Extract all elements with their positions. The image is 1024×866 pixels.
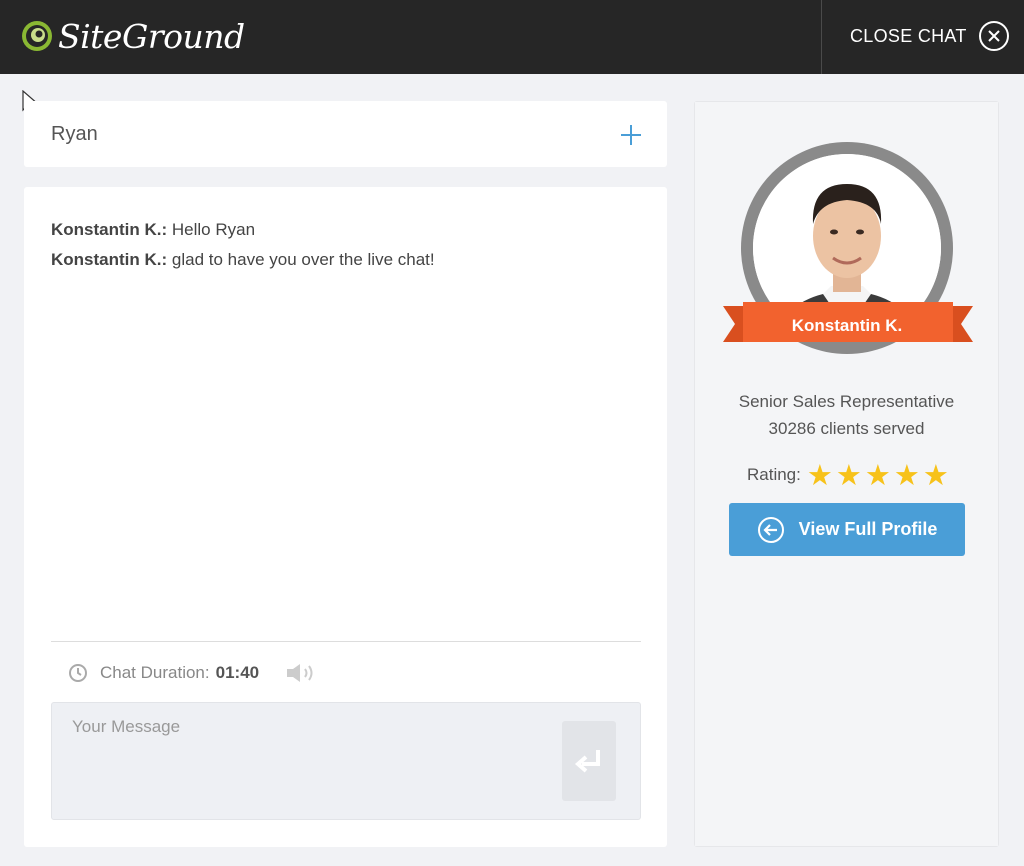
agent-rating: Rating: ★ ★ ★ ★ ★: [747, 460, 952, 490]
message-input[interactable]: [52, 703, 552, 819]
agent-clients-served: 30286 clients served: [768, 419, 925, 438]
view-full-profile-label: View Full Profile: [798, 519, 938, 539]
send-button[interactable]: [562, 721, 616, 801]
duration-label: Chat Duration:: [100, 663, 210, 682]
message-composer: [51, 702, 641, 820]
customer-name: Ryan: [51, 123, 98, 145]
siteground-logo-icon: [22, 21, 52, 51]
topbar-divider: [821, 0, 822, 74]
chat-message: Konstantin K.: Hello Ryan: [51, 215, 641, 245]
top-bar: SiteGround CLOSE CHAT: [0, 0, 1024, 74]
chat-message: Konstantin K.: glad to have you over the…: [51, 245, 641, 275]
enter-arrow-icon: [574, 750, 600, 773]
rating-label: Rating:: [747, 465, 801, 484]
agent-title: Senior Sales Representative: [738, 392, 955, 411]
star-icon: ★: [893, 458, 920, 492]
star-icon: ★: [806, 458, 833, 492]
rating-stars: ★ ★ ★ ★ ★: [807, 460, 952, 490]
message-text: Hello Ryan: [171, 220, 256, 239]
message-text: glad to have you over the live chat!: [171, 250, 435, 269]
view-full-profile-button[interactable]: View Full Profile: [729, 503, 965, 556]
star-icon: ★: [864, 458, 891, 492]
message-author: Konstantin K.:: [51, 220, 168, 239]
star-icon: ★: [835, 458, 862, 492]
agent-panel: Konstantin K. Senior Sales Representativ…: [694, 101, 999, 847]
message-author: Konstantin K.:: [51, 250, 168, 269]
plus-icon[interactable]: [620, 124, 642, 146]
chat-panel: Konstantin K.: Hello Ryan Konstantin K.:…: [24, 187, 667, 847]
message-list: Konstantin K.: Hello Ryan Konstantin K.:…: [51, 215, 641, 275]
chat-duration: Chat Duration: 01:40: [68, 661, 321, 685]
close-chat-label: CLOSE CHAT: [850, 25, 967, 46]
duration-value: 01:40: [215, 663, 260, 682]
close-circle-icon: [978, 21, 1009, 51]
close-chat-button[interactable]: CLOSE CHAT: [850, 18, 1009, 54]
clock-icon: [69, 664, 87, 682]
customer-name-card: Ryan: [24, 101, 667, 167]
speaker-icon[interactable]: [285, 662, 321, 684]
siteground-logo: SiteGround: [20, 12, 245, 60]
star-icon: ★: [922, 458, 949, 492]
brand-name: SiteGround: [58, 16, 245, 56]
chat-divider: [51, 641, 641, 642]
arrow-left-circle-icon: [757, 516, 784, 543]
agent-name: Konstantin K.: [791, 316, 903, 335]
